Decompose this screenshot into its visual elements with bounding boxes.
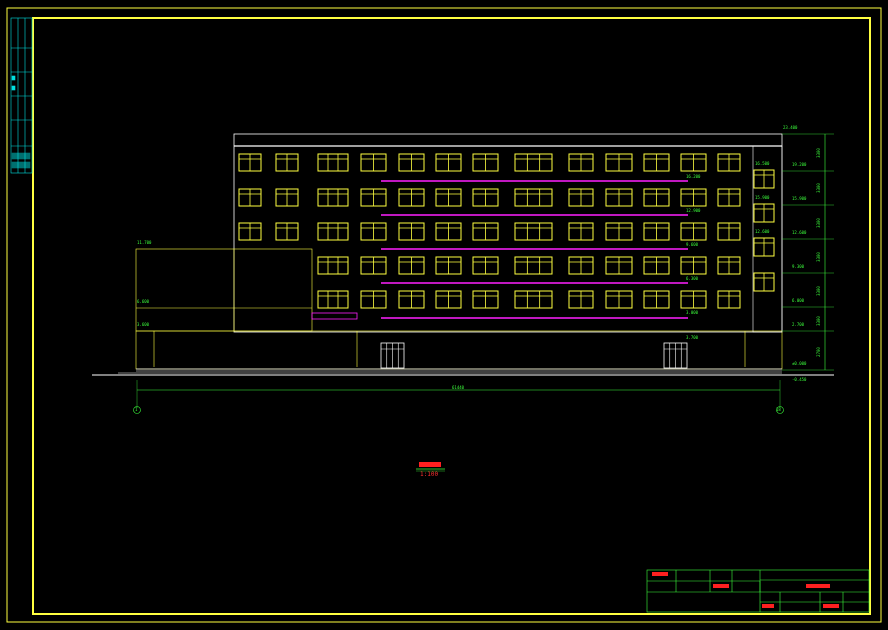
outer-frame xyxy=(6,7,882,623)
building-elevation xyxy=(92,133,834,414)
floor-dim: 3300 xyxy=(815,286,821,296)
elev-label-right: ±0.000 xyxy=(792,361,807,366)
floor-dim: 3300 xyxy=(815,218,821,228)
window xyxy=(317,256,349,275)
window xyxy=(514,153,553,172)
inner-frame xyxy=(32,17,871,615)
elev-label-right: 12.600 xyxy=(792,230,807,235)
floor-dim: 3300 xyxy=(815,148,821,158)
window xyxy=(514,222,553,241)
title-stamp-5 xyxy=(823,604,839,608)
stair-elev: 12.600 xyxy=(755,229,770,234)
elev-label-right: -0.450 xyxy=(792,377,807,382)
floor-mark: 6.300 xyxy=(686,276,699,281)
annex-elev: 6.600 xyxy=(137,299,150,304)
cad-drawing xyxy=(6,7,882,623)
total-width-dim: 61440 xyxy=(452,385,465,390)
grid-label-right: 18 xyxy=(776,407,781,412)
elev-label-right: 2.700 xyxy=(792,322,805,327)
window xyxy=(514,256,553,275)
elev-label-right: 19.200 xyxy=(792,162,807,167)
window xyxy=(317,153,349,172)
scale-label: 1:100 xyxy=(420,471,439,478)
annex-elev: 3.600 xyxy=(137,322,150,327)
canopy-outline xyxy=(311,312,358,320)
window xyxy=(317,290,349,309)
title-stamp-4 xyxy=(762,604,774,608)
floor-dim: 3300 xyxy=(815,316,821,326)
floor-mark: 12.900 xyxy=(686,208,701,213)
stair-elev: 16.500 xyxy=(755,161,770,166)
binding-strip xyxy=(10,17,33,174)
window xyxy=(317,222,349,241)
scale-title-bar xyxy=(419,462,441,467)
window xyxy=(514,290,553,309)
elev-top: 23.400 xyxy=(783,125,798,130)
elev-label-right: 6.000 xyxy=(792,298,805,303)
window xyxy=(317,188,349,207)
elev-label-right: 15.900 xyxy=(792,196,807,201)
main-block-outline xyxy=(233,133,783,333)
floor-mark: 9.600 xyxy=(686,242,699,247)
title-stamp-3 xyxy=(806,584,830,588)
annex-outline xyxy=(135,248,313,332)
floor-dim: 3300 xyxy=(815,183,821,193)
annex-elev: 11.700 xyxy=(137,240,152,245)
title-stamp-2 xyxy=(713,584,729,588)
stair-elev: 15.900 xyxy=(755,195,770,200)
title-stamp-1 xyxy=(652,572,668,576)
floor-mark: 3.000 xyxy=(686,310,699,315)
floor-dim: 2700 xyxy=(815,347,821,357)
door-mark: 3.700 xyxy=(686,335,699,340)
grid-label-left: 1 xyxy=(135,407,138,412)
elev-label-right: 9.300 xyxy=(792,264,805,269)
stair-tower xyxy=(752,145,783,333)
floor-dim: 3300 xyxy=(815,252,821,262)
floor-mark: 16.200 xyxy=(686,174,701,179)
window xyxy=(514,188,553,207)
